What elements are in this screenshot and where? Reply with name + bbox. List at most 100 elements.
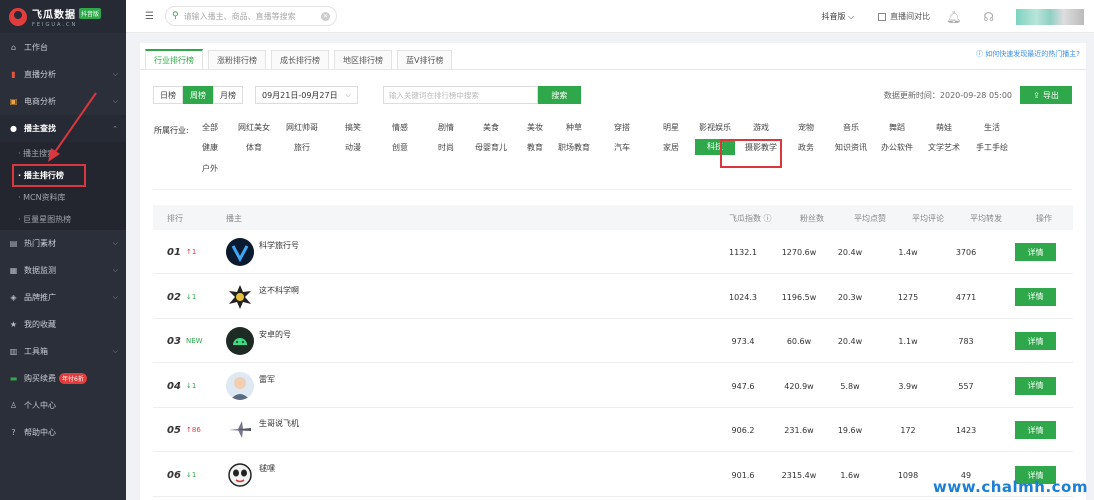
industry-item[interactable]: 音乐 <box>831 122 871 133</box>
headset-icon[interactable]: ☊ <box>983 10 994 24</box>
sidebar-item-workbench[interactable]: ⌂ 工作台 <box>0 34 126 61</box>
detail-button[interactable]: 详情 <box>1015 243 1056 261</box>
sidebar-item-label: 我的收藏 <box>24 320 56 329</box>
industry-item[interactable]: 知识资讯 <box>831 142 871 153</box>
industry-item[interactable]: 情感 <box>380 122 420 133</box>
sidebar-item-streamer-search[interactable]: ● 播主查找 ⌃ <box>0 115 126 142</box>
streamer-name[interactable]: 毬嘿 <box>259 463 275 474</box>
industry-item[interactable]: 文学艺术 <box>924 142 964 153</box>
streamer-name[interactable]: 生哥说飞机 <box>259 418 299 429</box>
sidebar-item-help[interactable]: ? 帮助中心 <box>0 419 126 446</box>
rank-number: 06 <box>167 470 181 481</box>
tab-region[interactable]: 地区排行榜 <box>334 50 392 69</box>
chevron-down-icon: ⌵ <box>112 70 118 78</box>
industry-item[interactable]: 体育 <box>234 142 274 153</box>
sidebar-item-materials[interactable]: ▤ 热门素材 ⌵ <box>0 230 126 257</box>
avatar[interactable] <box>226 282 254 311</box>
industry-item[interactable]: 舞蹈 <box>877 122 917 133</box>
sidebar-item-brand[interactable]: ◈ 品牌推广 ⌵ <box>0 284 126 311</box>
bell-icon[interactable]: 🔔︎ <box>946 10 961 24</box>
sidebar-sub-search[interactable]: · 播主搜索 <box>0 142 126 164</box>
industry-item[interactable]: 网红美女 <box>234 122 274 133</box>
industry-item[interactable]: 萌娃 <box>924 122 964 133</box>
period-week[interactable]: 周榜 <box>183 86 213 104</box>
avatar[interactable] <box>226 371 254 400</box>
industry-item[interactable]: 全部 <box>190 122 230 133</box>
avatar[interactable] <box>226 238 254 266</box>
tab-growth[interactable]: 成长排行榜 <box>271 50 329 69</box>
detail-button[interactable]: 详情 <box>1015 332 1056 351</box>
industry-item[interactable]: 办公软件 <box>877 142 917 153</box>
period-month[interactable]: 月榜 <box>213 86 243 104</box>
industry-item[interactable]: 搞笑 <box>333 122 373 133</box>
export-button[interactable]: ⇪ 导出 <box>1020 86 1072 104</box>
sidebar-sub-xingtu[interactable]: · 巨量星图热榜 <box>0 208 126 230</box>
industry-item[interactable]: 汽车 <box>602 142 642 153</box>
keyword-search-input[interactable]: 输入关键词在排行榜中搜索 <box>382 86 538 104</box>
global-search-input[interactable]: ⚲ 请输入播主、商品、直播等搜索 ✕ <box>165 6 337 26</box>
industry-item[interactable]: 手工手绘 <box>972 142 1012 153</box>
compare-label: 直播间对比 <box>890 12 931 21</box>
brand-logo[interactable]: 飞瓜数据 抖音版 FEIGUA.CN <box>0 0 126 33</box>
avatar[interactable] <box>226 416 254 445</box>
film-icon: ▤ <box>9 239 18 248</box>
sidebar-item-live[interactable]: ▮ 直播分析 ⌵ <box>0 61 126 88</box>
live-compare-button[interactable]: 直播间对比 <box>878 11 930 22</box>
industry-item[interactable]: 美食 <box>471 122 511 133</box>
industry-item[interactable]: 种草 <box>554 122 594 133</box>
industry-item[interactable]: 美妆 <box>515 122 555 133</box>
menu-toggle-icon[interactable]: ☰ <box>145 11 157 22</box>
sidebar-item-favorites[interactable]: ★ 我的收藏 <box>0 311 126 338</box>
sidebar-item-toolbox[interactable]: ▥ 工具箱 ⌵ <box>0 338 126 365</box>
tab-industry[interactable]: 行业排行榜 <box>145 49 203 69</box>
industry-item[interactable]: 教育 <box>515 142 555 153</box>
tab-bluev[interactable]: 蓝V排行榜 <box>397 50 453 69</box>
industry-item[interactable]: 宠物 <box>786 122 826 133</box>
industry-item[interactable]: 健康 <box>190 142 230 153</box>
industry-item[interactable]: 时尚 <box>426 142 466 153</box>
sidebar-item-ecommerce[interactable]: ▣ 电商分析 ⌵ <box>0 88 126 115</box>
industry-item[interactable]: 职场教育 <box>554 142 594 153</box>
tab-fans-growth[interactable]: 涨粉排行榜 <box>208 50 266 69</box>
avatar[interactable] <box>226 461 254 489</box>
rank-change: ↑86 <box>186 426 201 435</box>
streamer-name[interactable]: 科学旅行号 <box>259 240 299 251</box>
sidebar-item-monitor[interactable]: ▦ 数据监测 ⌵ <box>0 257 126 284</box>
industry-item[interactable]: 明星 <box>651 122 691 133</box>
industry-item[interactable]: 家居 <box>651 142 691 153</box>
detail-button[interactable]: 详情 <box>1015 376 1056 395</box>
detail-button[interactable]: 详情 <box>1015 287 1056 306</box>
sidebar-item-profile[interactable]: ♙ 个人中心 <box>0 392 126 419</box>
streamer-name[interactable]: 这不科学啊 <box>259 285 299 296</box>
period-day[interactable]: 日榜 <box>153 86 183 104</box>
help-link[interactable]: ⓘ 如何快速发现最近的热门播主? <box>976 49 1080 59</box>
clear-icon[interactable]: ✕ <box>321 11 330 21</box>
user-avatar[interactable] <box>1016 8 1084 25</box>
industry-item[interactable]: 动漫 <box>333 142 373 153</box>
likes-cell: 1.6w <box>840 471 860 480</box>
industry-item[interactable]: 户外 <box>190 163 230 174</box>
industry-item[interactable]: 穿搭 <box>602 122 642 133</box>
sidebar-item-purchase[interactable]: ▬ 购买续费 年付6折 <box>0 365 126 392</box>
brand-title: 飞瓜数据 <box>32 9 76 21</box>
industry-item[interactable]: 母婴育儿 <box>471 142 511 153</box>
streamer-name[interactable]: 雷军 <box>259 374 275 385</box>
platform-dropdown[interactable]: 抖音版 ⌵ <box>821 11 854 22</box>
industry-item[interactable]: 剧情 <box>426 122 466 133</box>
streamer-name[interactable]: 安卓的号 <box>259 329 291 340</box>
industry-item[interactable]: 影视娱乐 <box>695 122 735 133</box>
search-button[interactable]: 搜索 <box>537 86 581 104</box>
detail-button[interactable]: 详情 <box>1015 421 1056 440</box>
industry-item[interactable]: 网红帅哥 <box>282 122 322 133</box>
industry-item[interactable]: 创意 <box>380 142 420 153</box>
industry-item[interactable]: 生活 <box>972 122 1012 133</box>
industry-item[interactable]: 政务 <box>786 142 826 153</box>
avatar[interactable] <box>226 327 254 356</box>
industry-item[interactable]: 游戏 <box>741 122 781 133</box>
industry-item[interactable]: 旅行 <box>282 142 322 153</box>
shares-cell: 4771 <box>955 292 977 302</box>
top-bar: ☰ ⚲ 请输入播主、商品、直播等搜索 ✕ 抖音版 ⌵ 直播间对比 🔔︎ ☊ <box>126 0 1094 33</box>
comments-cell: 1275 <box>897 292 919 302</box>
date-range-select[interactable]: 09月21日-09月27日 ⌵ <box>255 86 358 104</box>
sidebar-sub-mcn[interactable]: · MCN资料库 <box>0 186 126 208</box>
